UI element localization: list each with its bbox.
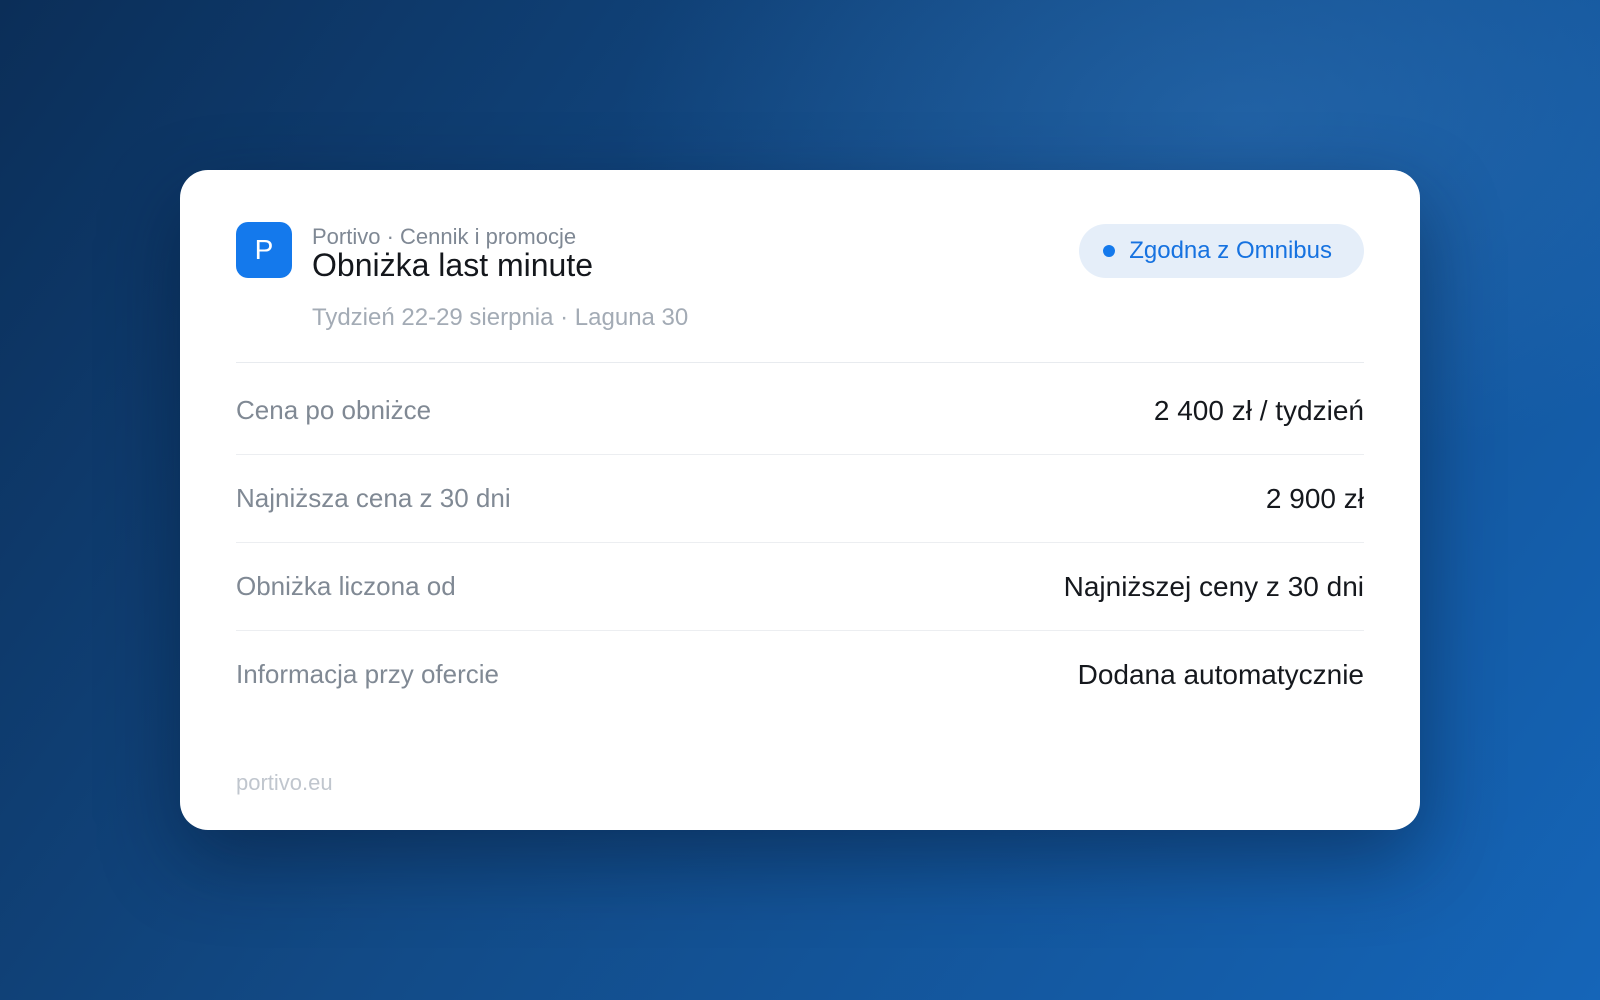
detail-label: Cena po obniżce bbox=[236, 395, 432, 425]
detail-row-offer-info: Informacja przy ofercie Dodana automatyc… bbox=[236, 631, 1364, 718]
status-dot-icon bbox=[1103, 245, 1116, 257]
detail-label: Najniższa cena z 30 dni bbox=[236, 483, 511, 513]
status-badge-label: Zgodna z Omnibus bbox=[1129, 237, 1332, 264]
detail-value: 2 900 zł bbox=[1265, 482, 1364, 514]
details-list: Cena po obniżce 2 400 zł / tydzień Najni… bbox=[236, 367, 1364, 718]
detail-label: Obniżka liczona od bbox=[236, 571, 456, 601]
detail-row-lowest-price-30-days: Najniższa cena z 30 dni 2 900 zł bbox=[236, 455, 1364, 543]
detail-label: Informacja przy ofercie bbox=[236, 659, 499, 689]
detail-value: 2 400 zł / tydzień bbox=[1153, 394, 1364, 426]
detail-row-price-after-discount: Cena po obniżce 2 400 zł / tydzień bbox=[236, 367, 1364, 455]
card-header: P Portivo · Cennik i promocje Obniżka la… bbox=[236, 222, 1364, 362]
header-titles: Portivo · Cennik i promocje Obniżka last… bbox=[312, 224, 688, 332]
app-logo-icon: P bbox=[236, 222, 292, 278]
page-title: Obniżka last minute bbox=[312, 247, 594, 283]
detail-value: Najniższej ceny z 30 dni bbox=[1063, 570, 1364, 602]
footer-domain: portivo.eu bbox=[236, 770, 333, 795]
detail-row-discount-basis: Obniżka liczona od Najniższej ceny z 30 … bbox=[236, 543, 1364, 631]
app-logo-letter: P bbox=[254, 234, 274, 265]
header-divider bbox=[236, 362, 1364, 363]
status-badge: Zgodna z Omnibus bbox=[1079, 224, 1364, 278]
page-subtitle: Tydzień 22-29 sierpnia · Laguna 30 bbox=[312, 304, 689, 331]
detail-value: Dodana automatycznie bbox=[1077, 658, 1364, 690]
price-compliance-card: P Portivo · Cennik i promocje Obniżka la… bbox=[180, 170, 1420, 830]
